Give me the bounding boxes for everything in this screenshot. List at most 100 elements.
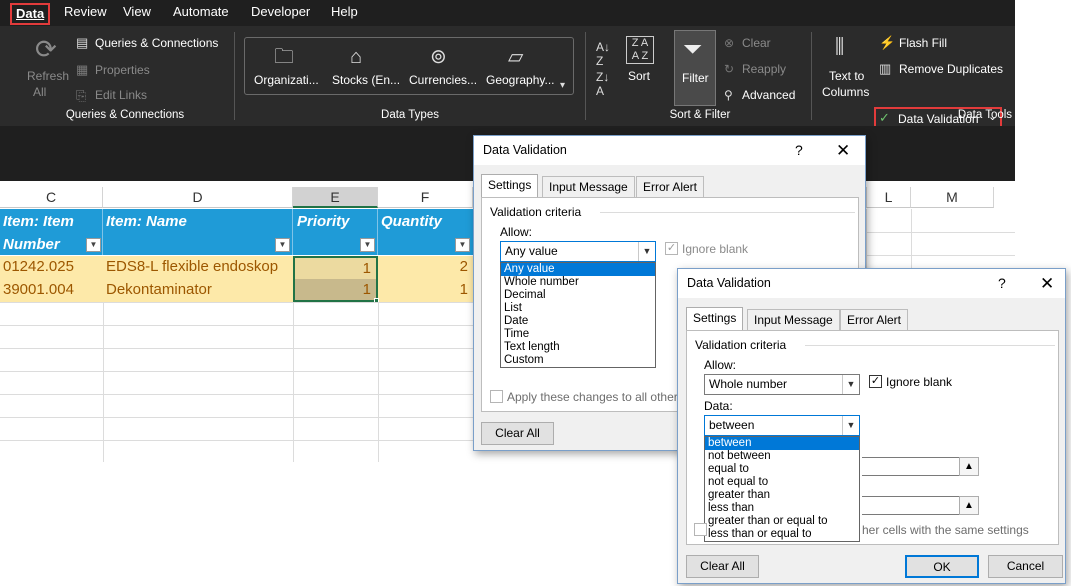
- cancel-button[interactable]: Cancel: [988, 555, 1063, 578]
- ignore-blank-checkbox[interactable]: ✓: [869, 375, 882, 388]
- group-label-data-tools: Data Tools: [957, 109, 1013, 121]
- list-item[interactable]: Custom: [501, 354, 655, 367]
- list-item[interactable]: greater than: [705, 489, 859, 502]
- filter-dropdown-icon[interactable]: ▼: [360, 238, 375, 252]
- refresh-all-button[interactable]: Refresh: [27, 69, 69, 83]
- ok-button[interactable]: OK: [905, 555, 979, 578]
- list-item[interactable]: List: [501, 302, 655, 315]
- clear-all-button[interactable]: Clear All: [686, 555, 759, 578]
- list-item[interactable]: between: [705, 437, 859, 450]
- range-selector-icon[interactable]: ▲: [959, 457, 979, 476]
- data-type-stocks[interactable]: Stocks (En...: [332, 73, 400, 87]
- tab-view[interactable]: View: [117, 3, 157, 25]
- list-item[interactable]: not equal to: [705, 476, 859, 489]
- cell-priority[interactable]: 1: [293, 279, 378, 302]
- tab-data[interactable]: Data: [10, 3, 51, 25]
- sort-ascending-icon[interactable]: A↓ Z: [596, 40, 610, 68]
- list-item[interactable]: Any value: [501, 263, 655, 276]
- list-item[interactable]: Text length: [501, 341, 655, 354]
- properties-button[interactable]: Properties: [95, 63, 150, 77]
- reapply-icon: ↻: [724, 62, 735, 76]
- filter-dropdown-icon[interactable]: ▼: [275, 238, 290, 252]
- cell-item-name[interactable]: EDS8-L flexible endoskop: [103, 256, 293, 279]
- sort-descending-icon[interactable]: Z↓ A: [596, 70, 609, 98]
- map-icon: ▱: [508, 46, 524, 68]
- list-item[interactable]: Whole number: [501, 276, 655, 289]
- clear-all-button[interactable]: Clear All: [481, 422, 554, 445]
- refresh-icon: ⟳: [35, 34, 57, 64]
- allow-select-value: Any value: [505, 244, 558, 258]
- data-options-list[interactable]: between not between equal to not equal t…: [704, 436, 860, 542]
- column-header-c[interactable]: C: [0, 187, 103, 208]
- apply-all-checkbox[interactable]: [490, 390, 503, 403]
- allow-select[interactable]: Any value ▼: [500, 241, 656, 262]
- tab-review[interactable]: Review: [58, 3, 113, 25]
- allow-select[interactable]: Whole number ▼: [704, 374, 860, 395]
- tab-error-alert[interactable]: Error Alert: [636, 176, 705, 198]
- tab-settings[interactable]: Settings: [686, 307, 744, 331]
- cell-item-number[interactable]: 39001.004: [0, 279, 103, 302]
- organization-icon: 🗀: [274, 46, 294, 68]
- data-type-currencies[interactable]: Currencies...: [409, 73, 477, 87]
- filter-button[interactable]: ⏷ Filter: [674, 30, 716, 106]
- queries-connections-button[interactable]: Queries & Connections: [95, 36, 218, 50]
- text-to-columns-label-1[interactable]: Text to: [829, 69, 864, 83]
- tab-error-alert[interactable]: Error Alert: [840, 309, 909, 331]
- tab-settings[interactable]: Settings: [481, 174, 539, 198]
- list-item[interactable]: less than or equal to: [705, 528, 859, 541]
- tab-automate[interactable]: Automate: [167, 3, 235, 25]
- remove-duplicates-button[interactable]: Remove Duplicates: [899, 62, 1003, 76]
- flash-fill-icon: ⚡: [879, 35, 896, 50]
- list-item[interactable]: equal to: [705, 463, 859, 476]
- advanced-button[interactable]: Advanced: [742, 88, 795, 102]
- column-header-l[interactable]: L: [866, 187, 911, 208]
- data-type-organization[interactable]: Organizati...: [254, 73, 319, 87]
- apply-all-checkbox[interactable]: [694, 523, 707, 536]
- gridline: [866, 232, 1015, 233]
- tab-developer[interactable]: Developer: [245, 3, 316, 25]
- table-header-quantity-label: Quantity: [381, 213, 442, 230]
- column-header-m[interactable]: M: [911, 187, 994, 208]
- tab-input-message[interactable]: Input Message: [542, 176, 635, 198]
- range-selector-icon[interactable]: ▲: [959, 496, 979, 515]
- group-separator: [585, 32, 586, 120]
- text-to-columns-label-2[interactable]: Columns: [822, 85, 869, 99]
- cell-item-number[interactable]: 01242.025: [0, 256, 103, 279]
- list-item[interactable]: Time: [501, 328, 655, 341]
- data-type-geography[interactable]: Geography...: [486, 73, 554, 87]
- help-icon[interactable]: ?: [795, 136, 803, 165]
- section-divider: [600, 212, 855, 213]
- tab-input-message[interactable]: Input Message: [747, 309, 840, 331]
- gallery-more-icon[interactable]: ▾: [560, 78, 565, 94]
- list-item[interactable]: Decimal: [501, 289, 655, 302]
- cell-item-name[interactable]: Dekontaminator: [103, 279, 293, 302]
- filter-dropdown-icon[interactable]: ▼: [86, 238, 101, 252]
- list-item[interactable]: less than: [705, 502, 859, 515]
- apply-all-label: her cells with the same settings: [862, 523, 1029, 537]
- list-item[interactable]: not between: [705, 450, 859, 463]
- ignore-blank-checkbox[interactable]: ✓: [665, 242, 678, 255]
- flash-fill-button[interactable]: Flash Fill: [899, 36, 947, 50]
- tab-help[interactable]: Help: [325, 3, 364, 25]
- column-header-d[interactable]: D: [103, 187, 293, 208]
- data-select[interactable]: between ▼: [704, 415, 860, 436]
- list-item[interactable]: Date: [501, 315, 655, 328]
- column-header-e[interactable]: E: [293, 187, 378, 208]
- edit-links-button[interactable]: Edit Links: [95, 88, 147, 102]
- close-icon[interactable]: ✕: [1040, 269, 1054, 298]
- group-label-data-types: Data Types: [381, 109, 439, 121]
- filter-dropdown-icon[interactable]: ▼: [455, 238, 470, 252]
- allow-options-list[interactable]: Any value Whole number Decimal List Date…: [500, 262, 656, 368]
- clear-button[interactable]: Clear: [742, 36, 771, 50]
- cell-quantity[interactable]: 1: [378, 279, 473, 302]
- close-icon[interactable]: ✕: [836, 136, 850, 165]
- column-header-f[interactable]: F: [378, 187, 473, 208]
- gridline: [103, 302, 104, 462]
- group-label-queries: Queries & Connections: [65, 109, 185, 121]
- cell-quantity[interactable]: 2: [378, 256, 473, 279]
- sort-button[interactable]: Sort: [628, 69, 650, 83]
- list-item[interactable]: greater than or equal to: [705, 515, 859, 528]
- cell-priority[interactable]: 1: [293, 256, 378, 279]
- help-icon[interactable]: ?: [998, 269, 1006, 298]
- reapply-button[interactable]: Reapply: [742, 62, 786, 76]
